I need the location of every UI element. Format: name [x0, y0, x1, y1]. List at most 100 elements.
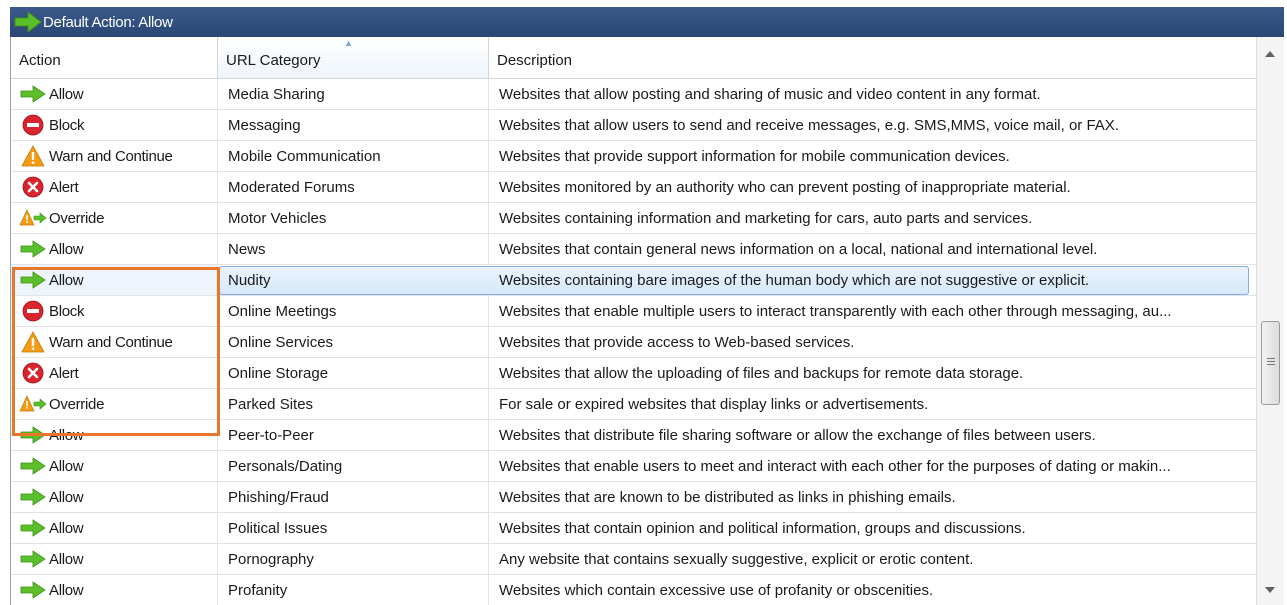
action-label: Allow: [49, 240, 84, 258]
table-row[interactable]: Allow Nudity Websites containing bare imag…: [11, 265, 1256, 296]
scroll-down-icon[interactable]: [1265, 587, 1275, 593]
action-label: Allow: [49, 426, 84, 444]
action-cell[interactable]: Allow: [11, 575, 218, 605]
category-cell: Online Storage: [218, 358, 489, 389]
description-cell: Websites which contain excessive use of …: [489, 575, 1256, 605]
table-row[interactable]: Allow Political Issues Websites that conta…: [11, 513, 1256, 544]
sort-ascending-icon: ▲: [344, 38, 353, 48]
scroll-up-icon[interactable]: [1265, 51, 1275, 57]
table-row[interactable]: Allow Phishing/Fraud Websites that are kno…: [11, 482, 1256, 513]
action-label: Allow: [49, 550, 84, 568]
block-icon: [17, 298, 49, 324]
action-cell[interactable]: Allow: [11, 513, 218, 544]
action-cell[interactable]: Allow: [11, 234, 218, 265]
category-cell: Online Meetings: [218, 296, 489, 327]
column-header-label: Description: [497, 52, 573, 69]
category-cell: Motor Vehicles: [218, 203, 489, 234]
column-header-description[interactable]: Description: [489, 37, 1256, 79]
action-cell[interactable]: Block: [11, 110, 218, 141]
action-label: Block: [49, 116, 85, 134]
action-label: Allow: [49, 488, 84, 506]
scroll-thumb[interactable]: [1261, 321, 1280, 405]
action-label: Alert: [49, 364, 79, 382]
action-cell[interactable]: Alert: [11, 172, 218, 203]
action-cell[interactable]: Override: [11, 389, 218, 420]
action-cell[interactable]: Alert: [11, 358, 218, 389]
table-row[interactable]: Allow Peer-to-Peer Websites that distribut…: [11, 420, 1256, 451]
grip-icon: [1267, 358, 1275, 359]
action-cell[interactable]: Allow: [11, 544, 218, 575]
url-filter-window: Default Action: Allow Action ▲ URL Categ…: [0, 0, 1287, 605]
alert-x-icon: [17, 360, 49, 386]
description-cell: Websites that enable users to meet and i…: [489, 451, 1256, 482]
action-cell[interactable]: Allow: [11, 420, 218, 451]
action-cell[interactable]: Allow: [11, 482, 218, 513]
table-row[interactable]: Block Messaging Websites that allow users …: [11, 110, 1256, 141]
alert-x-icon: [17, 174, 49, 200]
action-cell[interactable]: Block: [11, 296, 218, 327]
action-cell[interactable]: Warn and Continue: [11, 327, 218, 358]
allow-arrow-icon: [17, 515, 49, 541]
category-cell: Messaging: [218, 110, 489, 141]
action-cell[interactable]: Allow: [11, 451, 218, 482]
allow-arrow-icon: [17, 546, 49, 572]
default-action-label: Default Action: Allow: [43, 13, 173, 31]
category-cell: Peer-to-Peer: [218, 420, 489, 451]
description-cell: Websites that allow posting and sharing …: [489, 79, 1256, 110]
action-cell[interactable]: Override: [11, 203, 218, 234]
action-label: Warn and Continue: [49, 333, 173, 351]
action-label: Allow: [49, 519, 84, 537]
description-cell: Websites that contain opinion and politi…: [489, 513, 1256, 544]
table-row[interactable]: Alert Online Storage Websites that allow t…: [11, 358, 1256, 389]
category-grid: Action ▲ URL Category Description Allow M…: [10, 37, 1256, 605]
vertical-scrollbar[interactable]: [1256, 37, 1284, 605]
table-row[interactable]: Override Parked Sites For sale or expired …: [11, 389, 1256, 420]
description-cell: Websites containing information and mark…: [489, 203, 1256, 234]
category-cell: Nudity: [218, 265, 489, 296]
allow-arrow-icon: [17, 81, 49, 107]
description-cell: Websites containing bare images of the h…: [489, 265, 1256, 296]
description-cell: Websites that allow the uploading of fil…: [489, 358, 1256, 389]
table-row[interactable]: Warn and Continue Online Services Websites…: [11, 327, 1256, 358]
category-cell: Online Services: [218, 327, 489, 358]
action-label: Alert: [49, 178, 79, 196]
table-row[interactable]: Allow Profanity Websites which contain exc…: [11, 575, 1256, 605]
table-row[interactable]: Allow News Websites that contain general n…: [11, 234, 1256, 265]
override-icon: [17, 205, 49, 231]
category-cell: Media Sharing: [218, 79, 489, 110]
action-cell[interactable]: Allow: [11, 79, 218, 110]
table-row[interactable]: Allow Personals/Dating Websites that enabl…: [11, 451, 1256, 482]
description-cell: Websites that provide support informatio…: [489, 141, 1256, 172]
column-header-action[interactable]: Action: [11, 37, 218, 79]
category-cell: Personals/Dating: [218, 451, 489, 482]
table-row[interactable]: Warn and Continue Mobile Communication Web…: [11, 141, 1256, 172]
column-header-label: URL Category: [226, 52, 321, 69]
action-label: Allow: [49, 85, 84, 103]
description-cell: Websites that provide access to Web-base…: [489, 327, 1256, 358]
table-row[interactable]: Override Motor Vehicles Websites containin…: [11, 203, 1256, 234]
allow-arrow-icon: [17, 577, 49, 603]
allow-arrow-icon: [17, 236, 49, 262]
category-cell: Phishing/Fraud: [218, 482, 489, 513]
column-header-label: Action: [19, 52, 61, 69]
action-cell[interactable]: Warn and Continue: [11, 141, 218, 172]
action-label: Override: [49, 395, 105, 413]
table-row[interactable]: Block Online Meetings Websites that enable…: [11, 296, 1256, 327]
allow-arrow-icon: [17, 484, 49, 510]
category-cell: Political Issues: [218, 513, 489, 544]
block-icon: [17, 112, 49, 138]
description-cell: Websites that enable multiple users to i…: [489, 296, 1256, 327]
category-cell: Moderated Forums: [218, 172, 489, 203]
description-cell: Websites that distribute file sharing so…: [489, 420, 1256, 451]
table-row[interactable]: Alert Moderated Forums Websites monitored …: [11, 172, 1256, 203]
column-header-url-category[interactable]: ▲ URL Category: [218, 37, 489, 79]
allow-arrow-icon: [17, 422, 49, 448]
table-row[interactable]: Allow Media Sharing Websites that allow po…: [11, 79, 1256, 110]
allow-arrow-icon: [17, 267, 49, 293]
allow-arrow-icon: [17, 453, 49, 479]
action-cell[interactable]: Allow: [11, 265, 218, 296]
grid-header: Action ▲ URL Category Description: [11, 37, 1256, 79]
category-cell: Mobile Communication: [218, 141, 489, 172]
table-row[interactable]: Allow Pornography Any website that contain…: [11, 544, 1256, 575]
default-action-bar[interactable]: Default Action: Allow: [10, 7, 1284, 37]
